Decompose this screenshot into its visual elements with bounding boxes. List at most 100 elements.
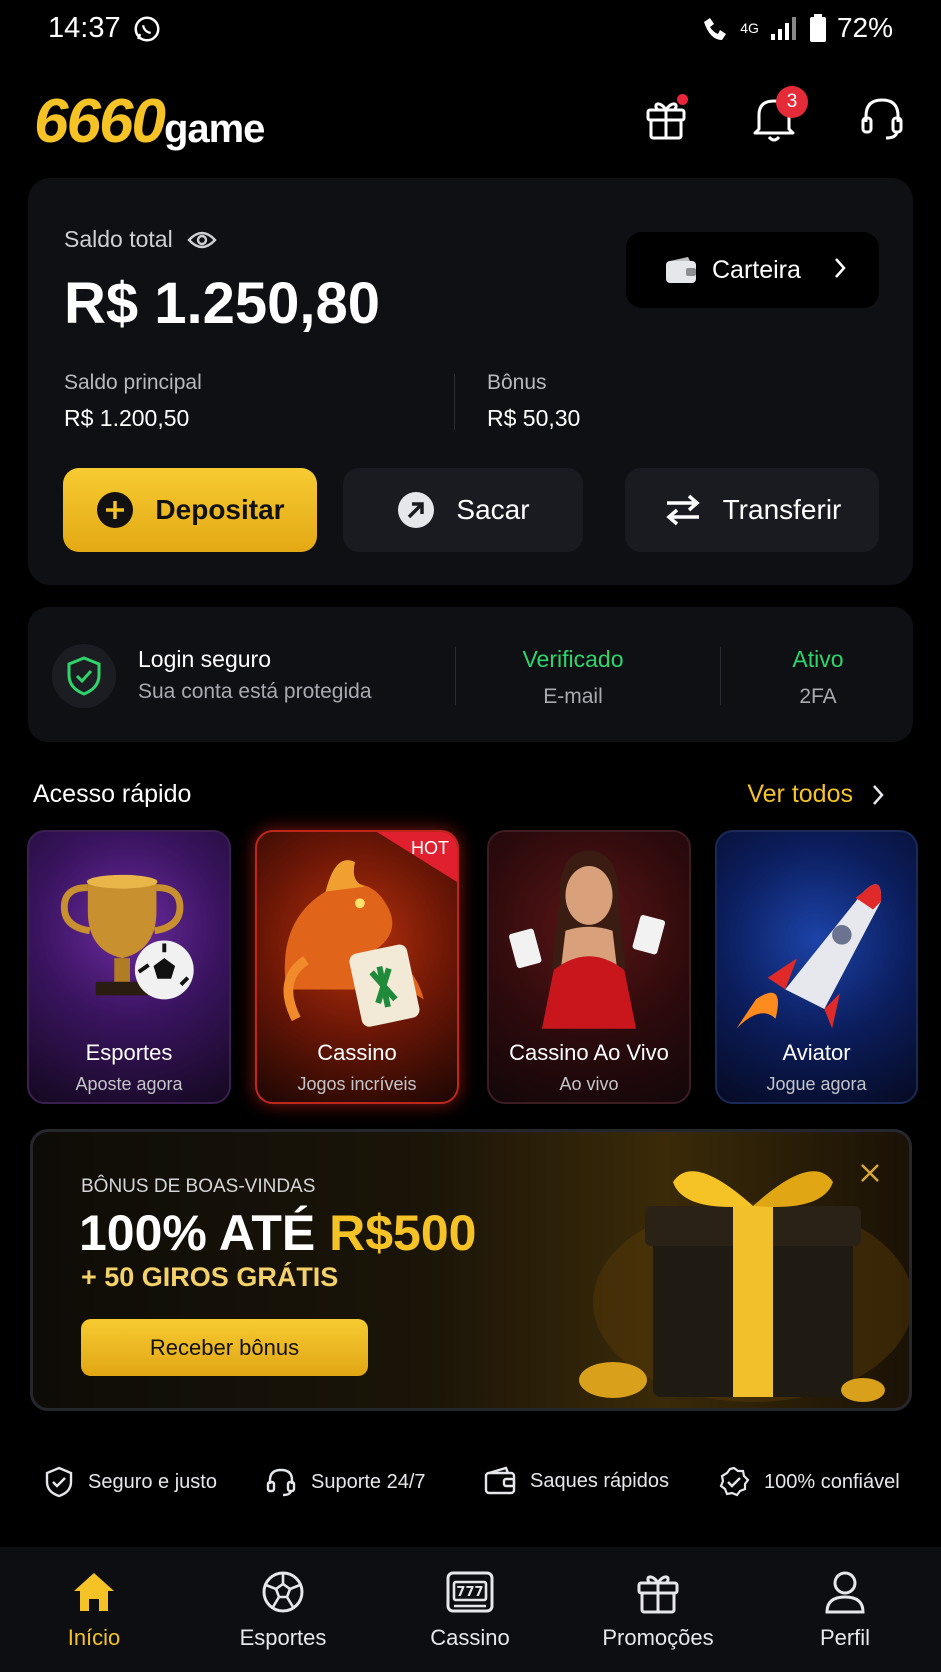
main-balance-value: R$ 1.200,50 xyxy=(64,405,190,431)
bonus-pretitle: BÔNUS DE BOAS-VINDAS xyxy=(81,1176,316,1197)
transfer-button[interactable]: Transferir xyxy=(625,468,879,552)
see-all-label: Ver todos xyxy=(747,780,853,808)
security-card[interactable]: Login seguro Sua conta está protegida Ve… xyxy=(28,607,913,742)
withdraw-button[interactable]: Sacar xyxy=(343,468,583,552)
feature-item: Suporte 24/7 xyxy=(265,1466,426,1498)
bonus-headline-prefix: 100% ATÉ xyxy=(79,1205,330,1261)
tile-name: Aviator xyxy=(782,1040,851,1065)
balance-card: Saldo total R$ 1.250,80 Carteira Saldo p… xyxy=(28,178,913,585)
slot-machine-icon: 777 xyxy=(446,1571,494,1613)
status-time: 14:37 xyxy=(48,12,121,44)
headset-icon xyxy=(266,1468,296,1497)
tile-name: Cassino Ao Vivo xyxy=(509,1040,669,1065)
app-header: 6660game 3 xyxy=(0,80,941,160)
shield-check-icon xyxy=(45,1466,73,1498)
transfer-label: Transferir xyxy=(722,494,842,525)
eye-icon[interactable] xyxy=(187,230,217,250)
total-balance-amount: R$ 1.250,80 xyxy=(64,271,381,336)
nav-perfil[interactable]: Perfil xyxy=(765,1569,925,1651)
main-balance-label: Saldo principal xyxy=(64,371,202,394)
chevron-right-icon xyxy=(873,784,884,805)
signal-icon xyxy=(770,17,796,40)
claim-bonus-button[interactable]: Receber bônus xyxy=(81,1319,368,1376)
battery-icon xyxy=(809,14,826,42)
deposit-label: Depositar xyxy=(155,494,285,525)
transfer-arrows-icon xyxy=(665,494,700,526)
features-row: Seguro e justo Suporte 24/7 Saques rápid… xyxy=(0,1460,941,1510)
quick-tile-cassino[interactable]: HOT Cassino Jogos incríveis xyxy=(255,830,459,1104)
quick-tile-aviator[interactable]: Aviator Jogue agora xyxy=(715,830,918,1104)
total-balance-label: Saldo total xyxy=(64,226,217,253)
support-button[interactable] xyxy=(854,90,910,146)
email-status: Verificado E-mail xyxy=(498,646,648,709)
feature-label: 100% confiável xyxy=(764,1470,900,1493)
bonus-headline-amount: R$500 xyxy=(329,1205,477,1261)
nav-label: Cassino xyxy=(430,1625,510,1650)
bonus-balance-label: Bônus xyxy=(487,371,547,394)
home-icon xyxy=(74,1573,114,1611)
2fa-status-label: 2FA xyxy=(799,685,837,708)
bonus-free-spins: + 50 GIROS GRÁTIS xyxy=(81,1262,339,1292)
headset-icon xyxy=(861,98,903,140)
whatsapp-icon xyxy=(134,16,160,42)
plus-circle-icon xyxy=(97,492,134,528)
soccer-ball-icon xyxy=(262,1571,304,1613)
nav-promocoes[interactable]: Promoções xyxy=(578,1569,738,1651)
nav-esportes[interactable]: Esportes xyxy=(203,1569,363,1651)
logo-number: 6660 xyxy=(34,87,166,156)
hot-badge: HOT xyxy=(411,838,449,858)
tile-subtitle: Aposte agora xyxy=(75,1074,183,1094)
gift-button[interactable] xyxy=(638,90,694,146)
email-status-value: Verificado xyxy=(522,646,624,672)
feature-item: Seguro e justo xyxy=(44,1466,217,1498)
quick-tile-esportes[interactable]: Esportes Aposte agora xyxy=(27,830,231,1104)
wallet-label: Carteira xyxy=(712,255,801,284)
tile-name: Esportes xyxy=(85,1040,173,1065)
tile-subtitle: Jogos incríveis xyxy=(297,1074,417,1094)
quick-tile-cassino-ao-vivo[interactable]: Cassino Ao Vivo Ao vivo xyxy=(487,830,691,1104)
security-divider xyxy=(455,647,456,705)
arrow-up-right-icon xyxy=(398,492,435,528)
close-icon[interactable] xyxy=(859,1162,881,1184)
chevron-right-icon xyxy=(835,258,846,278)
2fa-status-value: Ativo xyxy=(792,646,844,672)
shield-icon-wrap xyxy=(52,644,116,708)
feature-item: 100% confiável xyxy=(718,1466,900,1498)
welcome-bonus-banner[interactable]: BÔNUS DE BOAS-VINDAS 100% ATÉ R$500 + 50… xyxy=(30,1129,912,1411)
nav-cassino[interactable]: 777 Cassino xyxy=(390,1569,550,1651)
withdraw-label: Sacar xyxy=(456,494,530,525)
feature-label: Seguro e justo xyxy=(88,1470,217,1493)
badge-check-icon xyxy=(719,1466,750,1497)
gift-icon xyxy=(637,1575,679,1614)
deposit-button[interactable]: Depositar xyxy=(63,468,317,552)
balance-divider xyxy=(454,374,455,430)
feature-label: Suporte 24/7 xyxy=(311,1470,426,1493)
email-status-label: E-mail xyxy=(543,685,603,708)
wallet-icon xyxy=(666,257,696,283)
security-divider xyxy=(720,647,721,705)
bonus-headline: 100% ATÉ R$500 xyxy=(79,1204,476,1262)
tile-subtitle: Ao vivo xyxy=(559,1074,619,1094)
wallet-button[interactable]: Carteira xyxy=(626,232,879,308)
tile-subtitle: Jogue agora xyxy=(766,1074,867,1094)
status-bar: 14:37 4G 72% xyxy=(0,0,941,60)
notifications-button[interactable]: 3 xyxy=(746,86,808,146)
nav-inicio[interactable]: Início xyxy=(14,1569,174,1651)
see-all-link[interactable]: Ver todos xyxy=(747,780,885,809)
logo-word: game xyxy=(163,107,265,151)
security-title: Login seguro xyxy=(138,646,271,672)
bottom-navigation: Início Esportes 777 Cassino Promoções Pe… xyxy=(0,1547,941,1672)
logo[interactable]: 6660game xyxy=(34,86,265,157)
svg-text:777: 777 xyxy=(456,1585,483,1600)
total-balance-label-text: Saldo total xyxy=(64,226,173,252)
feature-item: Saques rápidos xyxy=(484,1466,669,1496)
gift-notification-dot xyxy=(677,94,688,105)
tile-name: Cassino xyxy=(317,1040,397,1065)
status-indicators: 4G 72% xyxy=(700,12,893,44)
nav-label: Início xyxy=(67,1625,121,1650)
nav-label: Esportes xyxy=(239,1625,327,1650)
nav-label: Promoções xyxy=(602,1625,714,1650)
network-type: 4G xyxy=(740,20,759,36)
quick-access-title: Acesso rápido xyxy=(33,780,192,808)
nav-label: Perfil xyxy=(819,1625,871,1650)
